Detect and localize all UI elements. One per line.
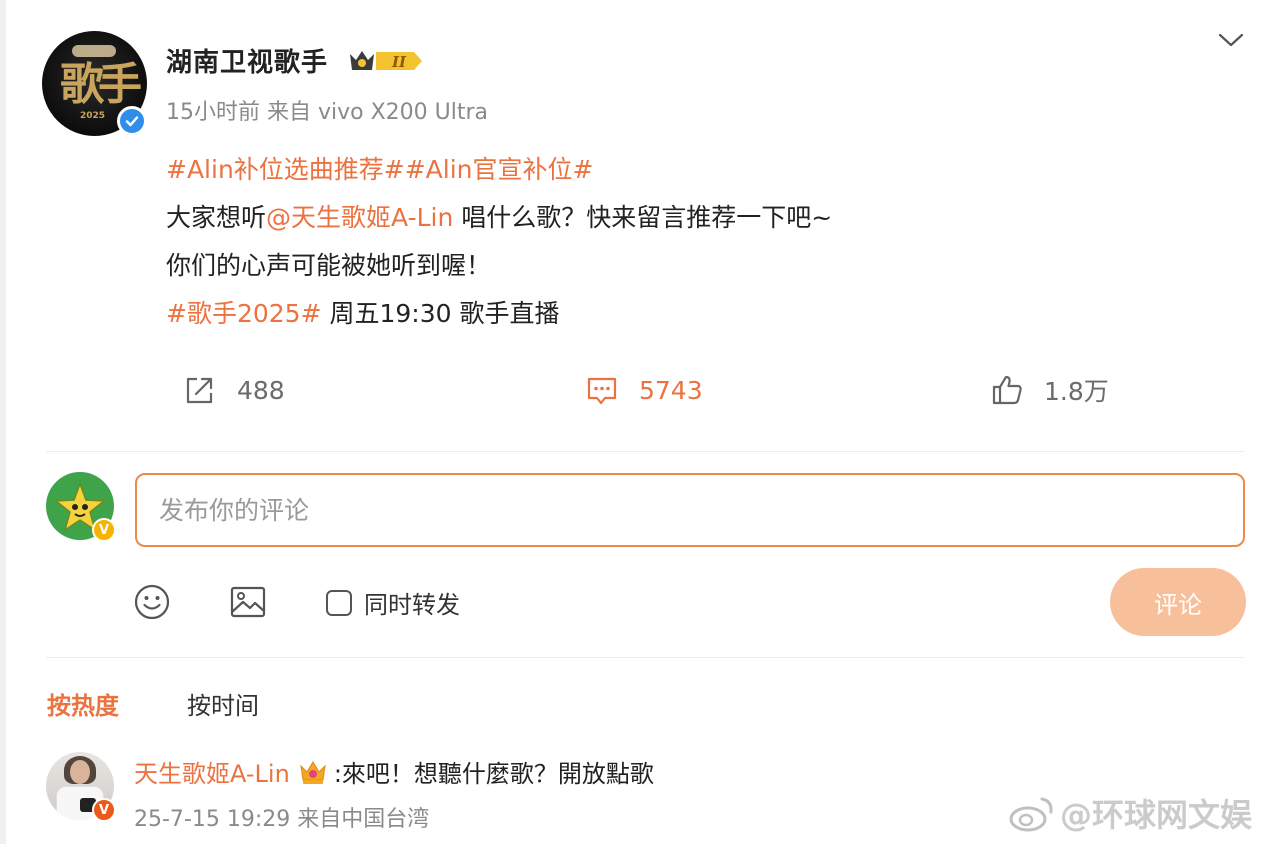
vip-badge: V: [92, 518, 116, 542]
repost-toggle[interactable]: 同时转发: [326, 585, 460, 620]
avatar-logo-year: 2025: [80, 111, 106, 121]
comment-input[interactable]: [135, 473, 1245, 547]
tab-sort-hot[interactable]: 按热度: [47, 686, 119, 721]
repost-icon: [186, 377, 213, 404]
repost-checkbox[interactable]: [326, 589, 352, 616]
repost-count: 488: [237, 375, 285, 405]
content-text: 大家想听: [166, 203, 267, 232]
commenter-name[interactable]: 天生歌姬A-Lin: [134, 754, 290, 789]
comment-button[interactable]: 5743: [585, 370, 703, 410]
emoji-icon[interactable]: [132, 582, 172, 622]
avatar-face: [70, 760, 90, 784]
like-icon: [992, 375, 1022, 405]
post-meta: 15小时前 来自 vivo X200 Ultra: [166, 94, 488, 126]
crown-level-icon[interactable]: II: [346, 46, 426, 76]
watermark-text: @环球网文娱: [1060, 796, 1253, 834]
submit-comment-button[interactable]: 评论: [1110, 568, 1246, 636]
author-name[interactable]: 湖南卫视歌手: [166, 42, 328, 79]
content-line-1: #Alin补位选曲推荐##Alin官宣补位#: [166, 146, 832, 194]
avatar-logo-text: 歌手: [60, 59, 142, 110]
comment-meta: 25-7-15 19:29 来自中国台湾: [134, 801, 429, 833]
tab-sort-time[interactable]: 按时间: [187, 686, 259, 721]
sponsor-logo: [72, 45, 116, 57]
like-count: 1.8万: [1044, 377, 1109, 406]
post-source: 来自 vivo X200 Ultra: [267, 100, 489, 125]
repost-checkbox-label: 同时转发: [364, 591, 460, 619]
weibo-logo-icon: [1009, 797, 1053, 832]
verified-icon: [117, 106, 147, 136]
post-time: 15小时前: [166, 100, 260, 125]
crown-icon: [300, 760, 326, 784]
content-text: 你们的心声可能被她听到喔！: [166, 251, 492, 280]
content-line-3: 你们的心声可能被她听到喔！: [166, 242, 832, 290]
divider: [46, 451, 1244, 452]
repost-button[interactable]: 488: [183, 370, 285, 410]
window-edge: [0, 0, 6, 844]
comment-count: 5743: [639, 375, 703, 405]
mention-link[interactable]: @天生歌姬A-Lin: [266, 203, 453, 232]
post-content: #Alin补位选曲推荐##Alin官宣补位# 大家想听@天生歌姬A-Lin 唱什…: [166, 146, 832, 338]
content-text: 唱什么歌？快来留言推荐一下吧~: [453, 203, 833, 232]
comment-source: 来自中国台湾: [297, 807, 430, 832]
chevron-down-icon[interactable]: [1216, 30, 1246, 50]
content-line-4: #歌手2025# 周五19:30 歌手直播: [166, 290, 832, 338]
content-line-2: 大家想听@天生歌姬A-Lin 唱什么歌？快来留言推荐一下吧~: [166, 194, 832, 242]
commenter-verified-icon: V: [92, 798, 116, 822]
comment-time: 25-7-15 19:29: [134, 807, 291, 832]
level-text: II: [391, 53, 407, 71]
content-text: 周五19:30 歌手直播: [321, 299, 560, 328]
watermark: @环球网文娱: [1008, 790, 1252, 836]
image-icon[interactable]: [228, 582, 268, 622]
hashtag-link[interactable]: #Alin补位选曲推荐##Alin官宣补位#: [166, 155, 593, 184]
hashtag-link[interactable]: #歌手2025#: [166, 299, 322, 328]
comment-text-line: 天生歌姬A-Lin :來吧！想聽什麼歌？開放點歌: [134, 754, 654, 789]
comment-text: :來吧！想聽什麼歌？開放點歌: [333, 760, 654, 788]
divider: [46, 657, 1244, 658]
like-button[interactable]: 1.8万: [990, 370, 1109, 410]
comment-icon: [587, 377, 617, 405]
